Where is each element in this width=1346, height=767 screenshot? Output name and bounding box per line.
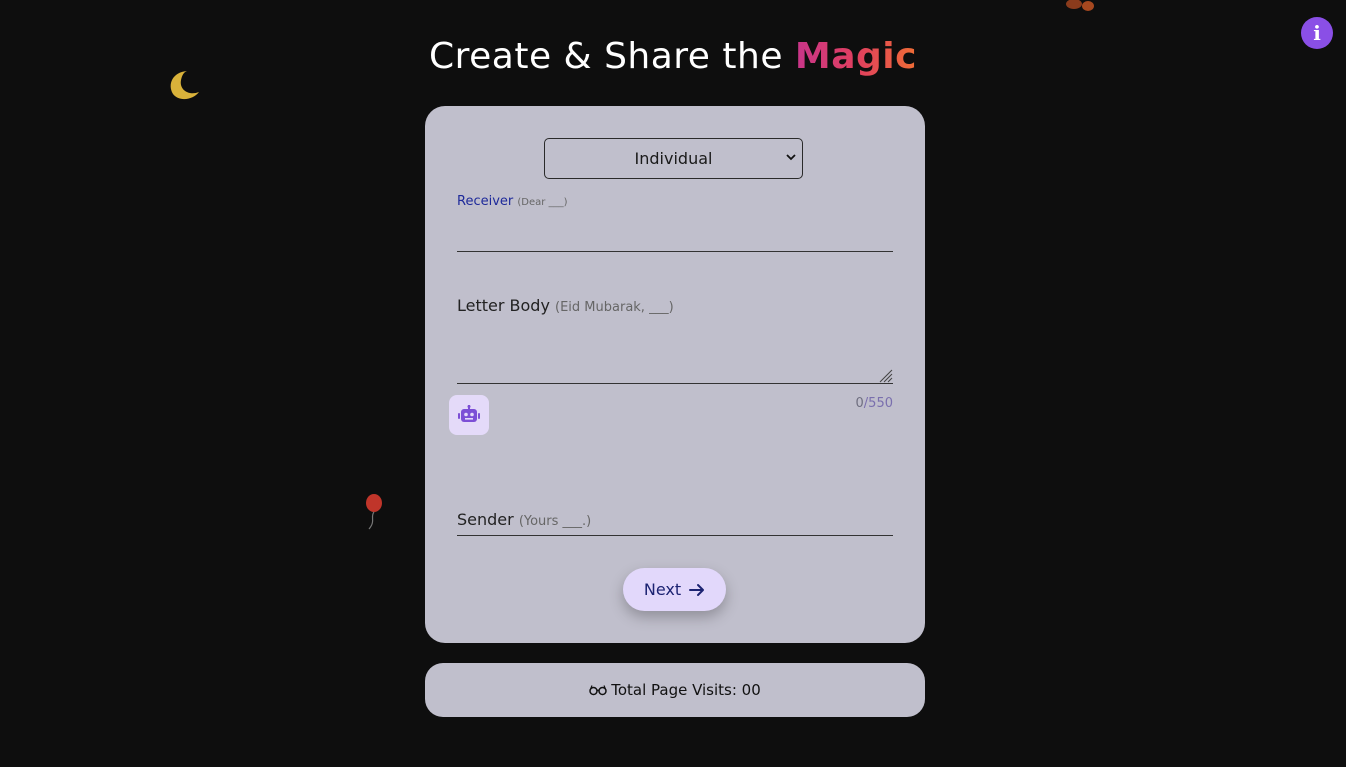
sender-label: Sender (Yours ___.) — [457, 510, 591, 529]
title-highlight: Magic — [794, 36, 917, 77]
ai-assist-button[interactable] — [449, 395, 489, 435]
page-visits-text: Total Page Visits: 00 — [611, 681, 761, 699]
glasses-icon — [589, 685, 607, 696]
sender-hint: (Yours ___.) — [518, 514, 592, 529]
character-counter: 0/550 — [856, 396, 893, 411]
letter-body-label-text: Letter Body — [457, 296, 550, 315]
letter-body-label: Letter Body (Eid Mubarak, ___) — [457, 296, 674, 315]
page-title: Create & Share the Magic — [0, 36, 1346, 77]
info-button[interactable]: i — [1301, 17, 1333, 49]
receiver-hint: (Dear ___) — [517, 197, 568, 208]
chevron-down-icon — [786, 154, 796, 161]
letter-type-value: Individual — [634, 149, 713, 168]
resize-handle-icon[interactable] — [877, 367, 893, 383]
character-max: /550 — [863, 396, 893, 411]
receiver-input[interactable] — [457, 251, 893, 252]
sender-label-text: Sender — [457, 510, 514, 529]
letter-body-textarea[interactable] — [457, 383, 893, 384]
leaf-icon — [1066, 0, 1094, 11]
letter-body-hint: (Eid Mubarak, ___) — [555, 300, 674, 315]
page-visits-panel: Total Page Visits: 00 — [425, 663, 925, 717]
receiver-label-text: Receiver — [457, 194, 514, 209]
next-button[interactable]: Next — [623, 568, 726, 611]
next-button-label: Next — [643, 580, 682, 599]
letter-type-select[interactable]: Individual — [544, 138, 803, 179]
sender-input[interactable] — [457, 535, 893, 536]
receiver-label: Receiver (Dear ___) — [457, 194, 567, 209]
character-count: 0 — [855, 396, 864, 411]
arrow-right-icon — [689, 583, 705, 596]
balloon-icon — [366, 494, 382, 530]
robot-icon — [458, 405, 480, 422]
info-icon: i — [1313, 21, 1321, 45]
letter-form-card: Individual Receiver (Dear ___) Letter Bo… — [425, 106, 925, 643]
title-prefix: Create & Share the — [428, 36, 795, 77]
